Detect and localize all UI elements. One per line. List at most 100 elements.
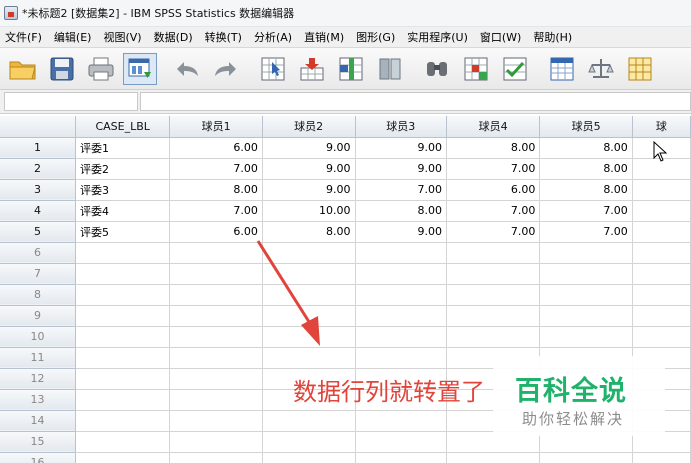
- table-cell[interactable]: [632, 305, 691, 327]
- menu-data[interactable]: 数据(D): [149, 29, 200, 45]
- table-cell[interactable]: [355, 242, 447, 264]
- table-cell[interactable]: [355, 305, 447, 327]
- table-cell[interactable]: [355, 431, 447, 453]
- table-cell[interactable]: [539, 452, 633, 463]
- row-number[interactable]: 12: [0, 368, 76, 390]
- value-labels-icon[interactable]: [545, 53, 579, 85]
- table-cell[interactable]: [539, 284, 633, 306]
- table-cell[interactable]: [169, 326, 263, 348]
- table-cell[interactable]: [632, 326, 691, 348]
- table-cell[interactable]: [446, 263, 541, 285]
- table-cell[interactable]: 9.00: [262, 137, 356, 159]
- table-cell[interactable]: 9.00: [355, 221, 447, 243]
- table-cell[interactable]: 评委5: [75, 221, 171, 243]
- spss-app-icon[interactable]: [4, 6, 18, 20]
- row-number[interactable]: 7: [0, 263, 76, 285]
- row-number[interactable]: 15: [0, 431, 76, 453]
- table-cell[interactable]: 7.00: [169, 200, 263, 222]
- table-cell[interactable]: 8.00: [446, 137, 541, 159]
- table-cell[interactable]: [262, 284, 356, 306]
- row-number[interactable]: 14: [0, 410, 76, 432]
- table-cell[interactable]: 6.00: [446, 179, 541, 201]
- table-cell[interactable]: [262, 242, 356, 264]
- menu-view[interactable]: 视图(V): [98, 29, 148, 45]
- table-cell[interactable]: [355, 347, 447, 369]
- row-number[interactable]: 11: [0, 347, 76, 369]
- table-cell[interactable]: 7.00: [539, 221, 633, 243]
- table-cell[interactable]: 9.00: [262, 158, 356, 180]
- table-cell[interactable]: [169, 410, 263, 432]
- table-cell[interactable]: [262, 263, 356, 285]
- table-cell[interactable]: [355, 263, 447, 285]
- grid-icon[interactable]: [623, 53, 657, 85]
- table-cell[interactable]: 7.00: [446, 200, 541, 222]
- insert-case-icon[interactable]: [295, 53, 329, 85]
- table-cell[interactable]: 8.00: [539, 137, 633, 159]
- table-cell[interactable]: [75, 347, 171, 369]
- column-header[interactable]: 球: [632, 116, 691, 138]
- table-cell[interactable]: 9.00: [355, 158, 447, 180]
- row-number[interactable]: 13: [0, 389, 76, 411]
- table-cell[interactable]: [262, 305, 356, 327]
- row-number[interactable]: 6: [0, 242, 76, 264]
- table-cell[interactable]: [539, 263, 633, 285]
- menu-graphs[interactable]: 图形(G): [351, 29, 402, 45]
- table-cell[interactable]: 评委2: [75, 158, 171, 180]
- print-icon[interactable]: [84, 53, 118, 85]
- row-number[interactable]: 4: [0, 200, 76, 222]
- table-cell[interactable]: [75, 431, 171, 453]
- table-cell[interactable]: [446, 284, 541, 306]
- dialog-recall-icon[interactable]: [123, 52, 157, 85]
- undo-icon[interactable]: [170, 53, 204, 85]
- table-cell[interactable]: [446, 452, 541, 463]
- cell-value-editor[interactable]: [140, 92, 691, 111]
- menu-window[interactable]: 窗口(W): [475, 29, 528, 45]
- table-cell[interactable]: [355, 284, 447, 306]
- row-number[interactable]: 2: [0, 158, 76, 180]
- weight-cases-icon[interactable]: [459, 53, 493, 85]
- goto-case-icon[interactable]: [256, 53, 290, 85]
- table-cell[interactable]: 7.00: [539, 200, 633, 222]
- table-cell[interactable]: 8.00: [355, 200, 447, 222]
- table-cell[interactable]: [75, 305, 171, 327]
- row-number[interactable]: 10: [0, 326, 76, 348]
- table-cell[interactable]: [262, 410, 356, 432]
- table-cell[interactable]: [262, 326, 356, 348]
- table-cell[interactable]: [169, 347, 263, 369]
- table-cell[interactable]: [355, 452, 447, 463]
- table-cell[interactable]: [355, 410, 447, 432]
- table-cell[interactable]: [355, 326, 447, 348]
- table-cell[interactable]: 9.00: [355, 137, 447, 159]
- table-cell[interactable]: [75, 263, 171, 285]
- table-cell[interactable]: [539, 305, 633, 327]
- row-number[interactable]: 5: [0, 221, 76, 243]
- open-folder-icon[interactable]: [6, 53, 40, 85]
- table-cell[interactable]: 6.00: [169, 137, 263, 159]
- find-icon[interactable]: [420, 53, 454, 85]
- menu-direct-marketing[interactable]: 直销(M): [299, 29, 351, 45]
- table-cell[interactable]: [632, 284, 691, 306]
- split-file-icon[interactable]: [373, 53, 407, 85]
- table-cell[interactable]: 7.00: [446, 158, 541, 180]
- column-header[interactable]: 球员2: [262, 116, 356, 138]
- table-cell[interactable]: [75, 389, 171, 411]
- table-cell[interactable]: [169, 284, 263, 306]
- table-cell[interactable]: [169, 305, 263, 327]
- row-number[interactable]: 1: [0, 137, 76, 159]
- table-cell[interactable]: [539, 242, 633, 264]
- table-cell[interactable]: [632, 221, 691, 243]
- table-cell[interactable]: 8.00: [539, 179, 633, 201]
- table-cell[interactable]: [632, 242, 691, 264]
- redo-icon[interactable]: [209, 53, 243, 85]
- table-cell[interactable]: 8.00: [539, 158, 633, 180]
- table-cell[interactable]: [632, 200, 691, 222]
- table-cell[interactable]: [446, 242, 541, 264]
- row-number[interactable]: 9: [0, 305, 76, 327]
- column-header[interactable]: 球员5: [539, 116, 633, 138]
- table-cell[interactable]: [169, 452, 263, 463]
- table-cell[interactable]: [262, 431, 356, 453]
- table-cell[interactable]: [632, 263, 691, 285]
- save-icon[interactable]: [45, 53, 79, 85]
- table-cell[interactable]: 评委3: [75, 179, 171, 201]
- cell-reference-box[interactable]: [4, 92, 138, 111]
